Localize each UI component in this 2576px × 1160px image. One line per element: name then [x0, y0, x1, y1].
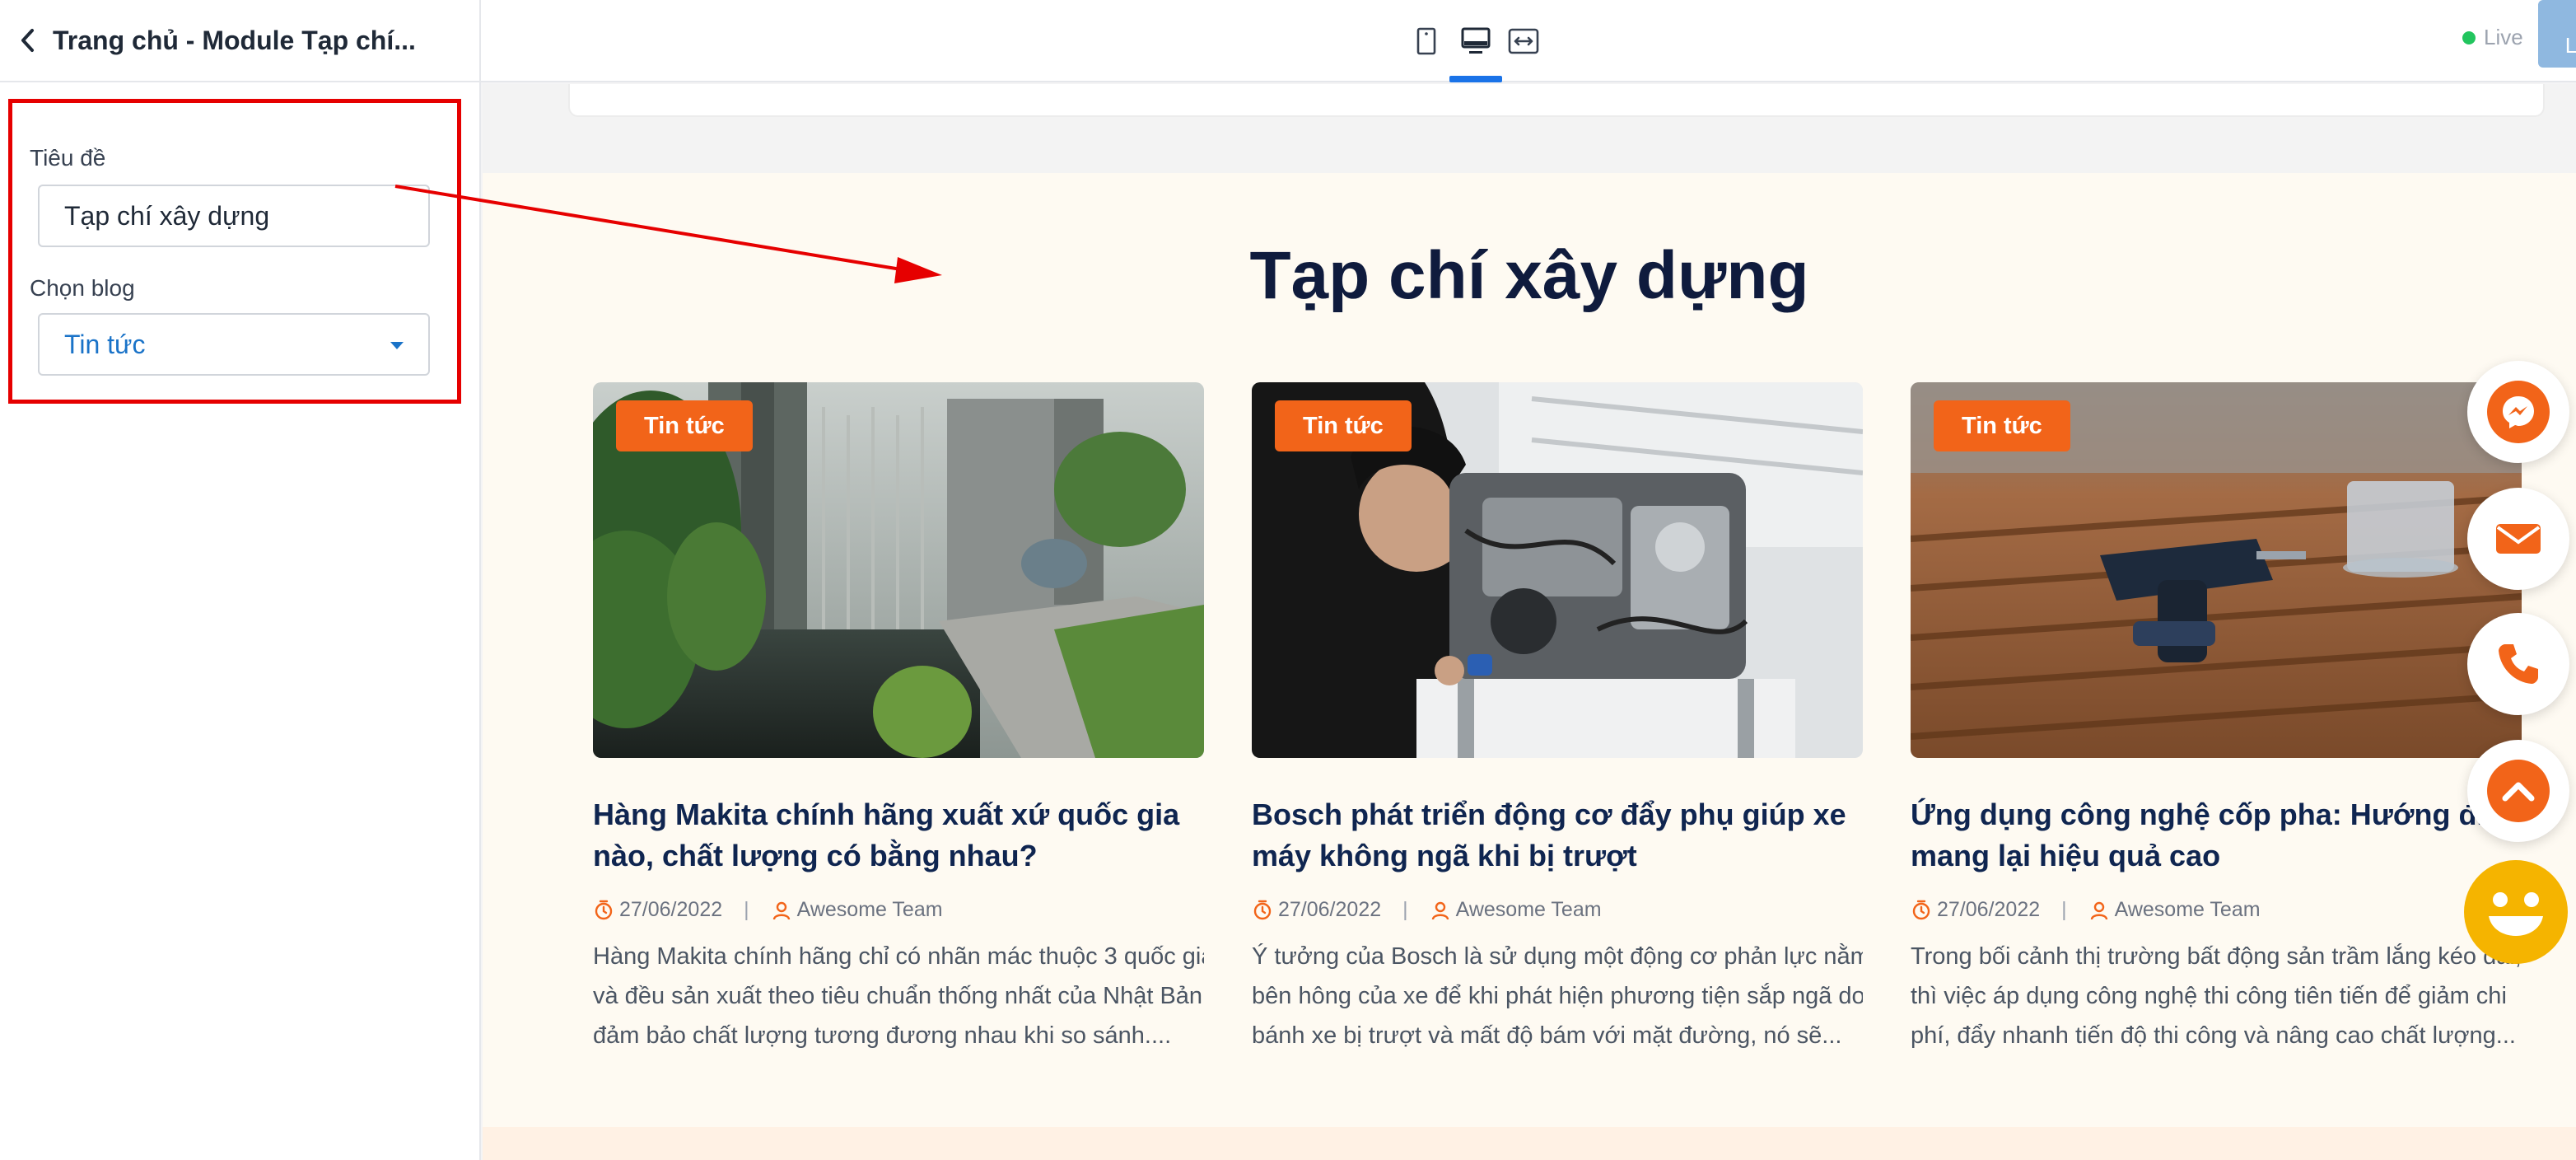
article-card[interactable]: Tin tức Bosch phát triển động cơ đẩy phụ… [1252, 382, 1863, 1055]
article-card[interactable]: Tin tức Hàng Makita chính hãng xuất xứ q… [593, 382, 1204, 1055]
live-label: Live [2484, 25, 2523, 49]
article-title-line: Ứng dụng công nghệ cốp pha: Hướng đi [1911, 798, 2485, 831]
article-author: Awesome Team [1455, 898, 1602, 921]
desktop-view-button[interactable] [1456, 21, 1496, 61]
article-author: Awesome Team [2114, 898, 2261, 921]
article-meta: 27/06/2022 | Awesome Team [1911, 898, 2522, 922]
title-input[interactable] [38, 185, 430, 247]
desktop-icon [1461, 27, 1491, 54]
article-excerpt: Hàng Makita chính hãng chỉ có nhãn mác t… [593, 937, 1204, 1055]
article-date: 27/06/2022 [1937, 898, 2041, 921]
article-title[interactable]: Bosch phát triển động cơ đẩy phụ giúp xe… [1252, 794, 1863, 877]
blog-select-value: Tin tức [64, 329, 146, 359]
article-image-garden[interactable]: Tin tức [593, 382, 1204, 758]
excerpt-line: đảm bảo chất lượng tương đương nhau khi … [593, 1022, 1172, 1049]
article-title-line: mang lại hiệu quả cao [1911, 839, 2221, 872]
article-author: Awesome Team [796, 898, 943, 921]
caret-down-icon [390, 342, 404, 349]
preview-canvas: Tạp chí xây dựng Tin tức Hàng Makita chí… [483, 84, 2576, 1160]
email-button[interactable] [2467, 488, 2569, 590]
clock-icon [595, 900, 613, 919]
article-meta: 27/06/2022 | Awesome Team [1252, 898, 1863, 922]
section-title: Tạp chí xây dựng [1249, 238, 1809, 313]
chat-widget-button[interactable] [2464, 860, 2568, 964]
article-card[interactable]: Tin tức Ứng dụng công nghệ cốp pha: Hướn… [1911, 382, 2522, 1055]
article-title-line: máy không ngã khi bị trượt [1252, 839, 1637, 872]
meta-separator: | [2061, 898, 2067, 921]
fullwidth-view-button[interactable] [1504, 21, 1543, 61]
settings-sidebar: Trang chủ - Module Tạp chí... Tiêu đề Ch… [0, 0, 481, 1160]
excerpt-line: Trong bối cảnh thị trường bất động sản t… [1911, 943, 2522, 970]
mobile-icon [1416, 27, 1436, 55]
excerpt-line: Hàng Makita chính hãng chỉ có nhãn mác t… [593, 943, 1204, 970]
article-title-line: nào, chất lượng có bằng nhau? [593, 839, 1038, 872]
launch-button[interactable]: L [2538, 0, 2576, 68]
article-excerpt: Ý tưởng của Bosch là sử dụng một động cơ… [1252, 937, 1863, 1055]
sidebar-header: Trang chủ - Module Tạp chí... [0, 0, 479, 82]
category-badge[interactable]: Tin tức [616, 400, 753, 451]
back-arrow-icon[interactable] [10, 22, 46, 58]
clock-icon [1253, 900, 1272, 919]
phone-icon [2487, 633, 2550, 695]
excerpt-line: thì việc áp dụng công nghệ thi công tiên… [1911, 983, 2507, 1009]
article-meta: 27/06/2022 | Awesome Team [593, 898, 1204, 922]
excerpt-line: bên hông của xe để khi phát hiện phương … [1252, 983, 1863, 1009]
live-dot-icon [2462, 30, 2476, 44]
scroll-top-icon [2487, 760, 2550, 822]
sidebar-title: Trang chủ - Module Tạp chí... [53, 25, 416, 55]
editor-topbar: Live L [481, 0, 2576, 82]
messenger-icon [2487, 381, 2550, 443]
article-date: 27/06/2022 [1278, 898, 1382, 921]
active-device-indicator [1449, 76, 1502, 82]
article-title-line: Hàng Makita chính hãng xuất xứ quốc gia [593, 798, 1180, 831]
mobile-view-button[interactable] [1407, 21, 1446, 61]
meta-separator: | [1402, 898, 1408, 921]
article-title[interactable]: Hàng Makita chính hãng xuất xứ quốc gia … [593, 794, 1204, 877]
excerpt-line: bánh xe bị trượt và mất độ bám với mặt đ… [1252, 1022, 1842, 1049]
user-icon [2090, 901, 2107, 919]
title-field-label: Tiêu đề [30, 145, 106, 171]
blog-select[interactable]: Tin tức [38, 313, 430, 376]
smile-icon [2489, 892, 2543, 936]
article-image-drill[interactable]: Tin tức [1911, 382, 2522, 758]
meta-separator: | [744, 898, 749, 921]
messenger-button[interactable] [2467, 361, 2569, 463]
previous-section-card [568, 84, 2545, 117]
phone-button[interactable] [2467, 613, 2569, 715]
user-icon [1431, 901, 1449, 919]
fullwidth-icon [1508, 28, 1539, 54]
category-badge[interactable]: Tin tức [1934, 400, 2070, 451]
blog-field-label: Chọn blog [30, 275, 135, 301]
article-date: 27/06/2022 [619, 898, 723, 921]
live-status: Live [2462, 25, 2523, 50]
article-image-engine[interactable]: Tin tức [1252, 382, 1863, 758]
excerpt-line: và đều sản xuất theo tiêu chuẩn thống nh… [593, 983, 1203, 1009]
user-icon [772, 901, 790, 919]
clock-icon [1912, 900, 1930, 919]
article-title-line: Bosch phát triển động cơ đẩy phụ giúp xe [1252, 798, 1846, 831]
article-title[interactable]: Ứng dụng công nghệ cốp pha: Hướng đi man… [1911, 794, 2522, 877]
article-excerpt: Trong bối cảnh thị trường bất động sản t… [1911, 937, 2522, 1055]
scroll-top-button[interactable] [2467, 740, 2569, 842]
excerpt-line: phí, đẩy nhanh tiến độ thi công và nâng … [1911, 1022, 2516, 1049]
next-section-edge [483, 1127, 2576, 1160]
mail-icon [2487, 508, 2550, 570]
excerpt-line: Ý tưởng của Bosch là sử dụng một động cơ… [1252, 943, 1863, 970]
category-badge[interactable]: Tin tức [1275, 400, 1412, 451]
